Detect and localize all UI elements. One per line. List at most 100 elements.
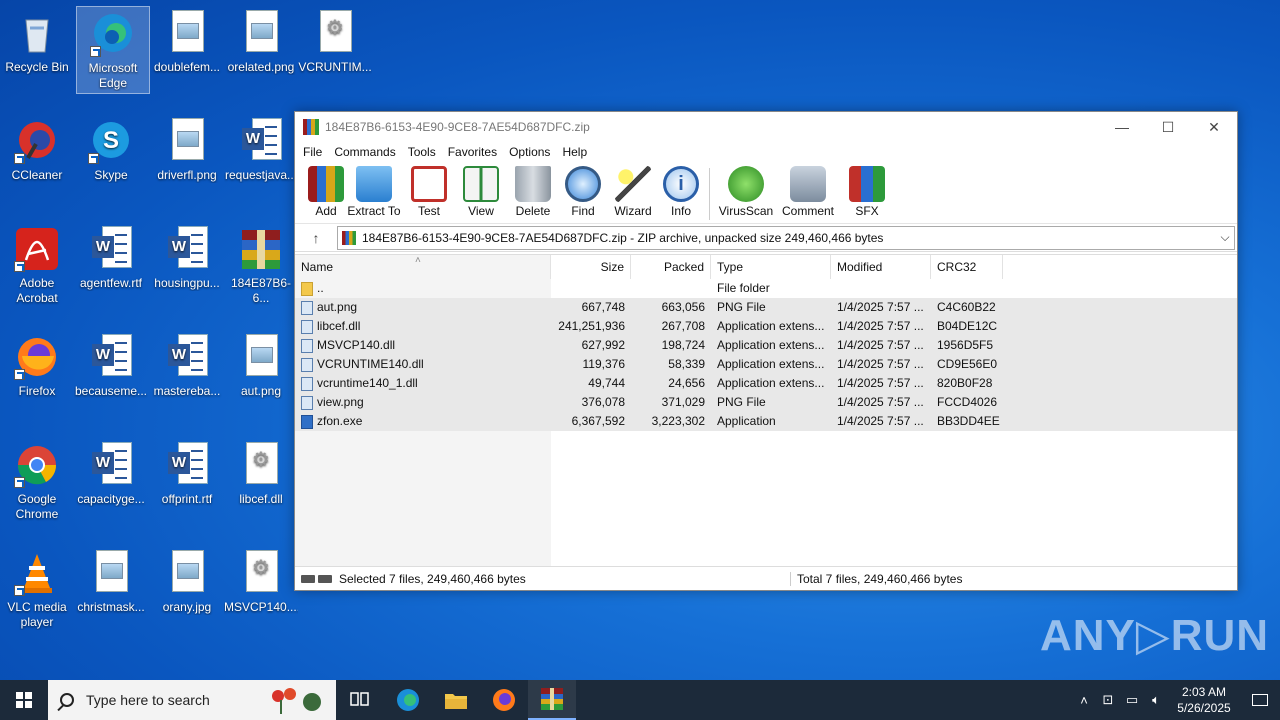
find-button[interactable]: Find — [561, 166, 605, 218]
notification-button[interactable] — [1240, 694, 1280, 706]
archive-path-field[interactable]: 184E87B6-6153-4E90-9CE8-7AE54D687DFC.zip… — [337, 225, 1235, 250]
table-row[interactable]: .. File folder — [295, 279, 1237, 298]
cell-size: 49,744 — [588, 376, 625, 390]
taskbar-search[interactable]: Type here to search — [48, 680, 336, 720]
desktop-icon-google-chrome[interactable]: Google Chrome — [0, 438, 74, 526]
minimize-button[interactable]: — — [1099, 112, 1145, 142]
wizard-button[interactable]: Wizard — [609, 166, 657, 218]
taskbar-edge[interactable] — [384, 680, 432, 720]
up-arrow-icon[interactable]: ↑ — [295, 230, 337, 246]
virusscan-button[interactable]: VirusScan — [718, 166, 774, 218]
cell-packed: 663,056 — [661, 300, 705, 314]
desktop-icon-christmask[interactable]: christmask... — [74, 546, 148, 634]
column-type[interactable]: Type — [711, 255, 831, 279]
task-view-button[interactable] — [336, 680, 384, 720]
menu-favorites[interactable]: Favorites — [442, 145, 503, 159]
desktop-icon-aut[interactable]: aut.png — [224, 330, 298, 418]
desktop-icon-requestjava[interactable]: W requestjava... — [224, 114, 298, 202]
desktop-icon-offprint[interactable]: W offprint.rtf — [150, 438, 224, 526]
image-file-icon — [238, 10, 284, 56]
taskbar-winrar[interactable] — [528, 680, 576, 720]
desktop-icon-recycle-bin[interactable]: Recycle Bin — [0, 6, 74, 94]
column-size[interactable]: Size — [551, 255, 631, 279]
close-button[interactable]: ✕ — [1191, 112, 1237, 142]
ccleaner-icon — [14, 118, 60, 164]
column-packed[interactable]: Packed — [631, 255, 711, 279]
table-row[interactable]: zfon.exe 6,367,592 3,223,302 Application 1/4… — [295, 412, 1237, 431]
table-row[interactable]: VCRUNTIME140.dll 119,376 58,339 Application… — [295, 355, 1237, 374]
meet-now-icon[interactable]: ⊡ — [1096, 692, 1120, 708]
column-modified[interactable]: Modified — [831, 255, 931, 279]
desktop-icon-skype[interactable]: S Skype — [74, 114, 148, 202]
desktop-icon-msvcp140[interactable]: ⚙ MSVCP140.... — [224, 546, 298, 634]
column-crc32[interactable]: CRC32 — [931, 255, 1003, 279]
desktop-icon-microsoft-edge[interactable]: Microsoft Edge — [76, 6, 150, 94]
taskbar-firefox[interactable] — [480, 680, 528, 720]
extract-to-button[interactable]: Extract To — [347, 166, 401, 218]
table-row[interactable]: vcruntime140_1.dll 49,744 24,656 Applicatio… — [295, 374, 1237, 393]
system-tray: ˄ ⊡ ▭ 🔈︎ 2:03 AM 5/26/2025 — [1072, 680, 1280, 720]
desktop-icon-label: 184E87B6-6... — [230, 276, 292, 305]
maximize-button[interactable]: ☐ — [1145, 112, 1191, 142]
network-icon[interactable]: ▭ — [1120, 692, 1144, 708]
table-row[interactable]: aut.png 667,748 663,056 PNG File 1/4/2025 7:… — [295, 298, 1237, 317]
cell-crc32: BB3DD4EE — [937, 414, 1000, 428]
start-button[interactable] — [0, 680, 48, 720]
comment-button[interactable]: Comment — [778, 166, 838, 218]
table-row[interactable]: MSVCP140.dll 627,992 198,724 Application ex… — [295, 336, 1237, 355]
sfx-button[interactable]: SFX — [842, 166, 892, 218]
menu-commands[interactable]: Commands — [328, 145, 401, 159]
volume-icon[interactable]: 🔈︎ — [1144, 692, 1168, 708]
folder-icon — [301, 281, 313, 296]
desktop-icon-vlc[interactable]: VLC media player — [0, 546, 74, 634]
desktop-icon-firefox[interactable]: Firefox — [0, 330, 74, 418]
desktop-icon-capacityge[interactable]: W capacityge... — [74, 438, 148, 526]
test-button[interactable]: Test — [405, 166, 453, 218]
desktop-icon-agentfew[interactable]: W agentfew.rtf — [74, 222, 148, 310]
desktop-icon-mastereba[interactable]: W mastereba... — [150, 330, 224, 418]
desktop-icon-becauseme[interactable]: W becauseme... — [74, 330, 148, 418]
desktop-icon-libcef[interactable]: ⚙ libcef.dll — [224, 438, 298, 526]
title-bar[interactable]: 184E87B6-6153-4E90-9CE8-7AE54D687DFC.zip… — [295, 112, 1237, 142]
chevron-up-icon[interactable]: ˄ — [1072, 693, 1096, 708]
cell-modified — [831, 279, 931, 298]
delete-button[interactable]: Delete — [509, 166, 557, 218]
view-button[interactable]: View — [457, 166, 505, 218]
cell-size: 6,367,592 — [571, 414, 625, 428]
cell-type: PNG File — [717, 300, 766, 314]
image-file-icon — [164, 10, 210, 56]
desktop-icon-driverfl[interactable]: driverfl.png — [150, 114, 224, 202]
table-row[interactable]: view.png 376,078 371,029 PNG File 1/4/2025 7… — [295, 393, 1237, 412]
desktop-icon-housingpu[interactable]: W housingpu... — [150, 222, 224, 310]
menu-options[interactable]: Options — [503, 145, 556, 159]
info-button[interactable]: i Info — [661, 166, 701, 218]
column-name[interactable]: Name ˄ — [295, 255, 551, 279]
menu-file[interactable]: File — [297, 145, 328, 159]
add-button[interactable]: Add — [308, 166, 344, 218]
desktop-icon-doublefem[interactable]: doublefem... — [150, 6, 224, 94]
cell-size: 627,992 — [581, 338, 625, 352]
clock[interactable]: 2:03 AM 5/26/2025 — [1168, 684, 1240, 716]
skype-icon: S — [88, 118, 134, 164]
desktop-icon-orany[interactable]: orany.jpg — [150, 546, 224, 634]
chevron-down-icon[interactable]: ⌵ — [1216, 230, 1234, 245]
table-row[interactable]: libcef.dll 241,251,936 267,708 Application … — [295, 317, 1237, 336]
svg-text:S: S — [103, 127, 119, 154]
address-bar: ↑ 184E87B6-6153-4E90-9CE8-7AE54D687DFC.z… — [295, 224, 1237, 252]
desktop-icon-label: Recycle Bin — [5, 60, 69, 74]
desktop-icon-184e87b6[interactable]: 184E87B6-6... — [224, 222, 298, 310]
taskbar-file-explorer[interactable] — [432, 680, 480, 720]
desktop-icon-label: orelated.png — [227, 60, 295, 74]
desktop-icon-adobe-acrobat[interactable]: Adobe Acrobat — [0, 222, 74, 310]
desktop-icon-label: offprint.rtf — [161, 492, 213, 506]
cell-type: PNG File — [717, 395, 766, 409]
recycle-bin-icon — [14, 10, 60, 56]
desktop-icon-orelated[interactable]: orelated.png — [224, 6, 298, 94]
menu-help[interactable]: Help — [556, 145, 593, 159]
menu-tools[interactable]: Tools — [402, 145, 442, 159]
add-label: Add — [315, 204, 337, 218]
cell-size: 376,078 — [581, 395, 625, 409]
desktop-icon-vcruntime[interactable]: ⚙ VCRUNTIM... — [298, 6, 372, 94]
desktop-icon-ccleaner[interactable]: CCleaner — [0, 114, 74, 202]
delete-label: Delete — [515, 204, 551, 218]
